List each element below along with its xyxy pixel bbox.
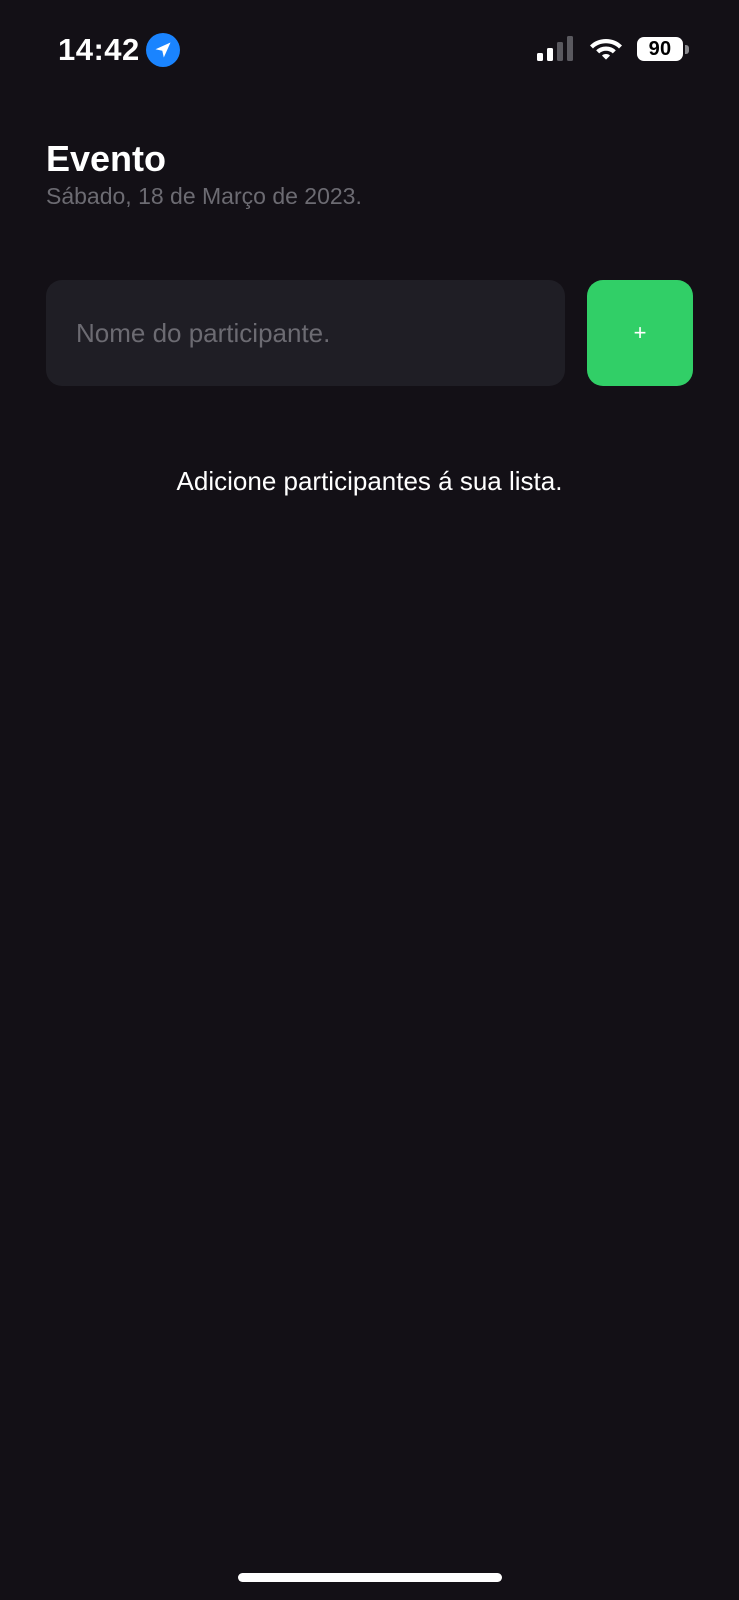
status-bar: 14:42 90 <box>0 0 739 100</box>
status-time: 14:42 <box>58 32 140 67</box>
app-screen: 14:42 90 Evento Sábado, 18 de Março de 2… <box>0 0 739 1600</box>
status-indicators: 90 <box>537 34 689 64</box>
participant-name-input[interactable] <box>46 280 565 386</box>
cellular-signal-icon <box>537 36 573 61</box>
home-indicator[interactable] <box>238 1573 502 1582</box>
location-arrow-icon <box>145 33 180 67</box>
battery-level: 90 <box>637 37 683 61</box>
wifi-icon <box>590 39 622 60</box>
battery-tip <box>685 44 689 54</box>
page-title: Evento <box>46 138 167 179</box>
status-time-group: 14:42 <box>58 28 180 72</box>
empty-list-message: Adicione participantes á sua lista. <box>176 466 563 496</box>
add-participant-button[interactable]: + <box>587 280 693 386</box>
battery-icon: 90 <box>637 36 689 62</box>
plus-icon: + <box>633 320 647 345</box>
event-date: Sábado, 18 de Março de 2023. <box>46 183 362 209</box>
